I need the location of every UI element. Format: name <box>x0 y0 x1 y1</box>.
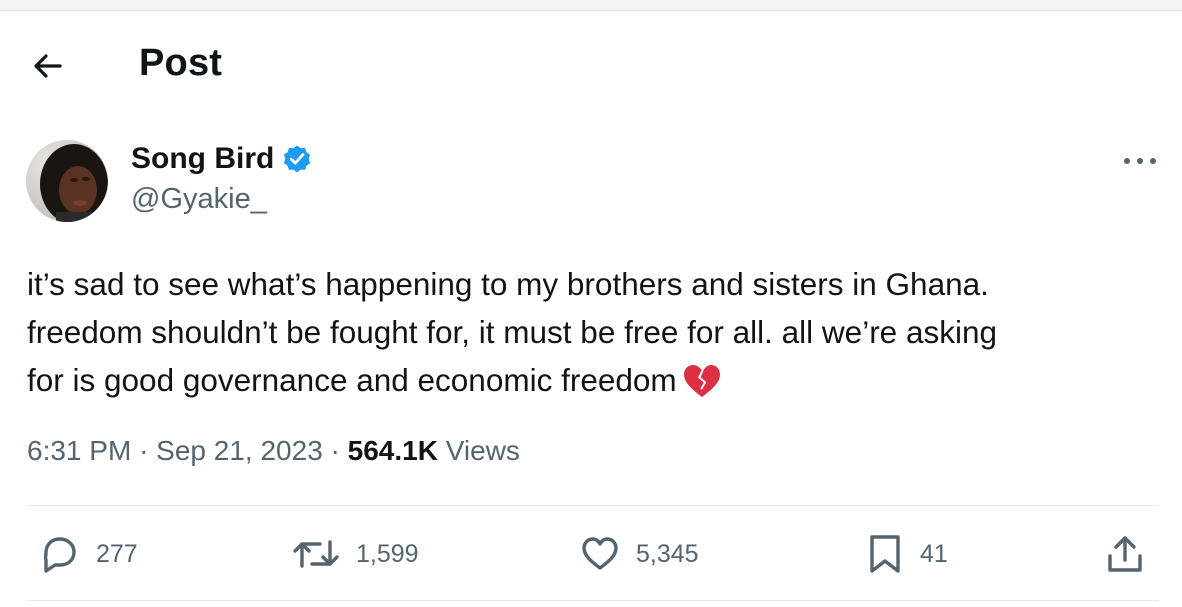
post-metadata: 6:31 PM · Sep 21, 2023 · 564.1K Views <box>27 435 520 467</box>
views-count: 564.1K <box>347 435 438 466</box>
bookmark-icon <box>870 535 900 573</box>
bookmark-button[interactable]: 41 <box>866 534 948 574</box>
author-handle[interactable]: @Gyakie_ <box>131 183 267 216</box>
share-icon <box>1108 536 1142 572</box>
broken-heart-icon <box>683 363 721 411</box>
heart-icon <box>582 537 618 570</box>
post-text-line: for is good governance and economic free… <box>27 362 677 398</box>
reply-count: 277 <box>96 539 138 568</box>
verified-badge-icon <box>284 145 311 173</box>
post-date[interactable]: Sep 21, 2023 <box>156 435 323 466</box>
like-count: 5,345 <box>636 539 699 568</box>
top-edge <box>0 0 1182 11</box>
repost-button[interactable]: 1,599 <box>292 534 419 574</box>
repost-icon <box>293 540 339 568</box>
more-options-button[interactable] <box>1120 150 1160 172</box>
author-name-row[interactable]: Song Bird <box>131 142 312 176</box>
avatar[interactable] <box>26 140 108 222</box>
page-title: Post <box>139 42 223 84</box>
reply-icon <box>43 537 76 573</box>
post-text-line: it’s sad to see what’s happening to my b… <box>27 266 989 302</box>
post-text: it’s sad to see what’s happening to my b… <box>27 260 1147 411</box>
bookmark-count: 41 <box>920 539 948 568</box>
reply-button[interactable]: 277 <box>38 534 138 574</box>
post-time[interactable]: 6:31 PM <box>27 435 131 466</box>
arrow-left-icon <box>34 54 62 78</box>
post-text-line-last: for is good governance and economic free… <box>27 356 1147 411</box>
share-button[interactable] <box>1104 534 1146 574</box>
repost-count: 1,599 <box>356 539 419 568</box>
more-horizontal-icon <box>1124 158 1156 164</box>
views-label: Views <box>445 435 520 466</box>
divider <box>27 505 1159 506</box>
meta-separator: · <box>330 435 340 466</box>
author-name[interactable]: Song Bird <box>131 142 274 176</box>
meta-separator: · <box>139 435 149 466</box>
like-button[interactable]: 5,345 <box>580 534 699 574</box>
back-button[interactable] <box>28 48 68 84</box>
divider <box>27 600 1159 601</box>
post-text-line: freedom shouldn’t be fought for, it must… <box>27 314 998 350</box>
